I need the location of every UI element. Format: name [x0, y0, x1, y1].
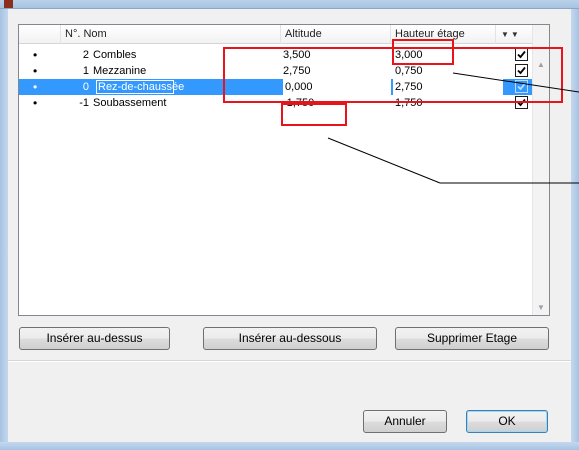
annotation-lines: [327, 72, 579, 184]
